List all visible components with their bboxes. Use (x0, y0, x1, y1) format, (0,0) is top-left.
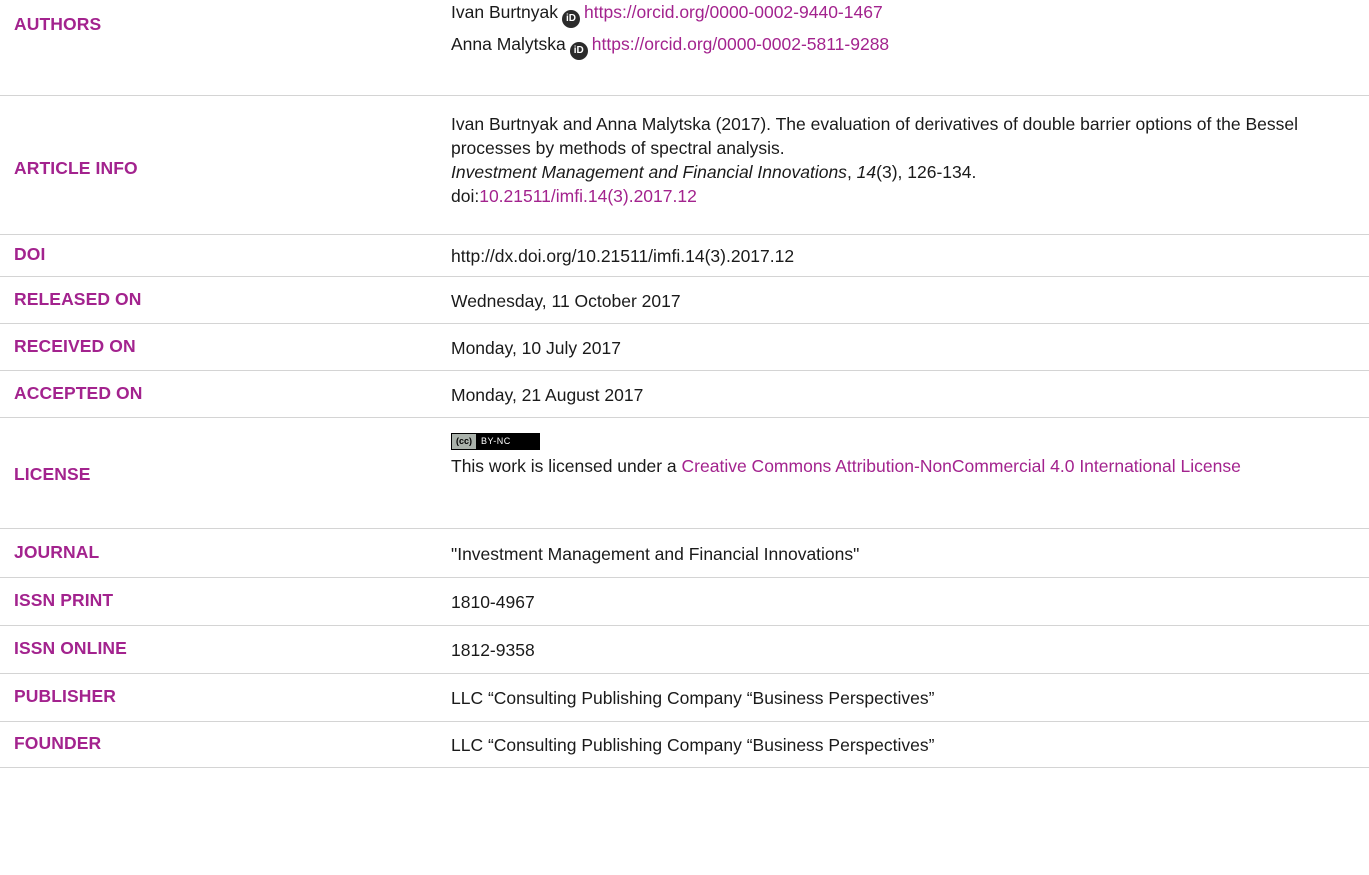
publisher-value: LLC “Consulting Publishing Company “Busi… (451, 688, 935, 708)
label-issn-online: ISSN ONLINE (14, 638, 127, 658)
author-item: Ivan Burtnyak iD https://orcid.org/0000-00… (451, 0, 1363, 28)
author-item: Anna Malytska iD https://orcid.org/0000-00… (451, 30, 1363, 60)
label-doi: DOI (14, 244, 46, 264)
journal-value: "Investment Management and Financial Inn… (451, 544, 860, 564)
label-article-info: ARTICLE INFO (14, 158, 138, 178)
citation-text: Ivan Burtnyak and Anna Malytska (2017). … (451, 114, 1298, 158)
author-name: Ivan Burtnyak (451, 2, 558, 22)
article-citation: Ivan Burtnyak and Anna Malytska (2017). … (451, 112, 1363, 208)
citation-volume: 14 (856, 162, 877, 182)
issn-print-value: 1810-4967 (451, 592, 535, 612)
row-license: LICENSE (cc) BY-NC This work is licensed … (0, 418, 1369, 529)
row-publisher: PUBLISHER LLC “Consulting Publishing Com… (0, 674, 1369, 722)
row-doi: DOI http://dx.doi.org/10.21511/imfi.14(3… (0, 235, 1369, 277)
issn-online-value: 1812-9358 (451, 640, 535, 660)
label-released: RELEASED ON (14, 289, 142, 309)
label-issn-print: ISSN PRINT (14, 590, 114, 610)
license-value: (cc) BY-NC This work is licensed under a … (451, 426, 1363, 478)
row-accepted: ACCEPTED ON Monday, 21 August 2017 (0, 371, 1369, 418)
row-authors: AUTHORS Ivan Burtnyak iD https://orcid.org… (0, 0, 1369, 96)
citation-doi-link[interactable]: 10.21511/imfi.14(3).2017.12 (479, 186, 697, 206)
accepted-value: Monday, 21 August 2017 (451, 385, 644, 405)
row-issn-online: ISSN ONLINE 1812-9358 (0, 626, 1369, 674)
orcid-link[interactable]: https://orcid.org/0000-0002-9440-1467 (584, 2, 883, 22)
license-text: This work is licensed under a (451, 456, 682, 476)
license-link[interactable]: Creative Commons Attribution-NonCommerci… (682, 456, 1241, 476)
row-released: RELEASED ON Wednesday, 11 October 2017 (0, 277, 1369, 324)
row-journal: JOURNAL "Investment Management and Finan… (0, 529, 1369, 578)
cc-badge-left: (cc) (452, 434, 477, 449)
cc-badge-right: BY-NC (481, 436, 511, 446)
citation-sep: , (846, 162, 857, 182)
cc-by-nc-badge[interactable]: (cc) BY-NC (451, 433, 540, 450)
label-founder: FOUNDER (14, 733, 102, 753)
row-issn-print: ISSN PRINT 1810-4967 (0, 578, 1369, 626)
article-info-table: AUTHORS Ivan Burtnyak iD https://orcid.org… (0, 0, 1369, 875)
received-value: Monday, 10 July 2017 (451, 338, 621, 358)
authors-list: Ivan Burtnyak iD https://orcid.org/0000-00… (451, 0, 1363, 60)
citation-journal: Investment Management and Financial Inno… (451, 162, 847, 182)
doi-value: http://dx.doi.org/10.21511/imfi.14(3).20… (451, 246, 795, 266)
row-founder: FOUNDER LLC “Consulting Publishing Compa… (0, 722, 1369, 768)
row-received: RECEIVED ON Monday, 10 July 2017 (0, 324, 1369, 371)
orcid-icon[interactable]: iD (562, 10, 580, 28)
citation-issue-pages: (3), 126-134. (876, 162, 977, 182)
orcid-icon[interactable]: iD (569, 42, 588, 60)
orcid-link[interactable]: https://orcid.org/0000-0002-5811-9288 (592, 34, 889, 54)
released-value: Wednesday, 11 October 2017 (451, 291, 681, 311)
label-authors: AUTHORS (14, 14, 102, 34)
label-journal: JOURNAL (14, 542, 100, 562)
label-publisher: PUBLISHER (14, 686, 117, 706)
label-received: RECEIVED ON (14, 336, 136, 356)
author-name: Anna Malytska (451, 34, 566, 54)
label-accepted: ACCEPTED ON (14, 383, 143, 403)
row-article-info: ARTICLE INFO Ivan Burtnyak and Anna Maly… (0, 96, 1369, 235)
label-license: LICENSE (14, 464, 91, 484)
citation-doi-prefix: doi: (451, 186, 480, 206)
founder-value: LLC “Consulting Publishing Company “Busi… (451, 735, 935, 755)
